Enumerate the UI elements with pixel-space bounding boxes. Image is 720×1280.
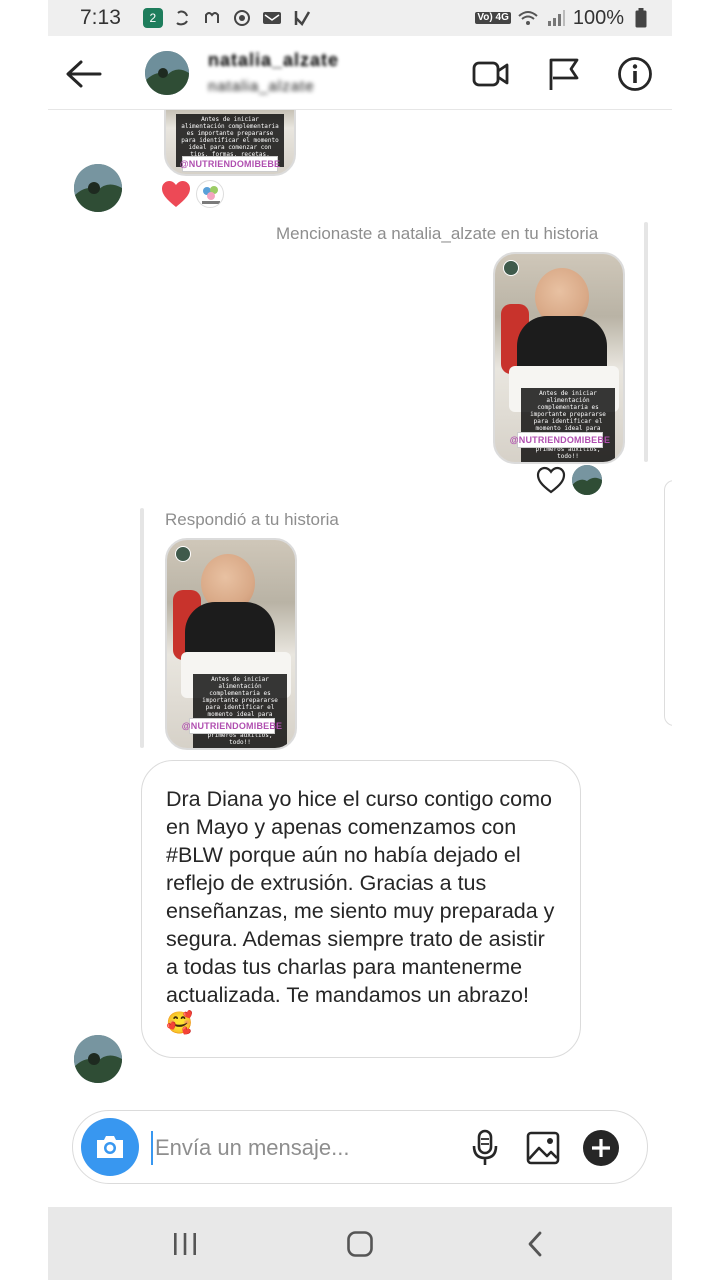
header-username[interactable]: natalia_alzate bbox=[208, 50, 339, 71]
recent-apps-button[interactable] bbox=[165, 1227, 205, 1261]
home-button[interactable] bbox=[340, 1227, 380, 1261]
message-input[interactable] bbox=[151, 1131, 441, 1165]
recent-apps-icon bbox=[174, 1233, 196, 1255]
system-nav-bar bbox=[48, 1207, 672, 1280]
message-bubble[interactable]: Dra Diana yo hice el curso contigo como … bbox=[141, 760, 581, 1058]
reply-indicator-line bbox=[644, 222, 648, 462]
status-left: 7:13 2 bbox=[80, 6, 313, 30]
mention-label: Mencionaste a natalia_alzate en tu histo… bbox=[276, 224, 599, 243]
arrow-left-icon bbox=[66, 60, 102, 88]
status-right: Vo) 4G 100% bbox=[475, 7, 652, 30]
signal-icon bbox=[545, 7, 567, 29]
info-icon bbox=[618, 57, 652, 91]
message-composer bbox=[72, 1110, 648, 1184]
info-button[interactable] bbox=[616, 55, 654, 93]
chevron-left-icon bbox=[528, 1231, 542, 1257]
voice-message-button[interactable] bbox=[465, 1128, 505, 1168]
story-caption: Antes de iniciar alimentación complement… bbox=[193, 674, 287, 748]
video-camera-icon bbox=[472, 61, 509, 87]
chat-header: natalia_alzate natalia_alzate bbox=[48, 36, 672, 110]
check-icon bbox=[291, 7, 313, 29]
chrome-icon bbox=[231, 7, 253, 29]
story-card-sent[interactable]: Antes de iniciar alimentación complement… bbox=[493, 252, 625, 464]
reactor-logo bbox=[196, 180, 224, 208]
image-icon bbox=[526, 1131, 560, 1165]
reactor-avatar bbox=[572, 465, 602, 495]
flag-icon bbox=[549, 58, 579, 90]
battery-icon bbox=[630, 7, 652, 29]
message-thread[interactable]: Antes de iniciar alimentación complement… bbox=[48, 110, 672, 1100]
gmail-icon bbox=[261, 7, 283, 29]
sender-avatar[interactable] bbox=[74, 1035, 122, 1083]
heart-reaction-icon[interactable] bbox=[161, 180, 191, 208]
volte-indicator: Vo) 4G bbox=[475, 12, 511, 24]
reply-indicator-line bbox=[140, 508, 144, 748]
sync-icon bbox=[171, 7, 193, 29]
wifi-icon bbox=[517, 7, 539, 29]
story-tag: @NUTRIENDOMIBEBE bbox=[182, 718, 282, 734]
story-tag: @NUTRIENDOMIBEBE bbox=[180, 156, 280, 172]
camera-button[interactable] bbox=[81, 1118, 139, 1176]
app-icon bbox=[201, 7, 223, 29]
gallery-button[interactable] bbox=[523, 1128, 563, 1168]
notification-badge: 2 bbox=[142, 8, 163, 28]
status-time: 7:13 bbox=[80, 6, 121, 29]
story-card-top[interactable]: Antes de iniciar alimentación complement… bbox=[164, 110, 296, 176]
microphone-icon bbox=[472, 1129, 498, 1165]
home-icon bbox=[347, 1231, 373, 1257]
sender-avatar[interactable] bbox=[74, 164, 122, 212]
plus-icon bbox=[583, 1130, 619, 1166]
story-tag: @NUTRIENDOMIBEBE bbox=[510, 432, 610, 448]
battery-percent: 100% bbox=[572, 6, 624, 29]
flag-button[interactable] bbox=[545, 55, 583, 93]
system-back-button[interactable] bbox=[515, 1227, 555, 1261]
story-owner-avatar bbox=[503, 260, 519, 276]
scroll-edge-indicator bbox=[664, 480, 672, 726]
video-call-button[interactable] bbox=[472, 55, 510, 93]
header-avatar[interactable] bbox=[145, 51, 189, 95]
back-button[interactable] bbox=[64, 54, 104, 94]
more-options-button[interactable] bbox=[581, 1128, 621, 1168]
heart-outline-icon[interactable] bbox=[536, 466, 566, 494]
camera-icon bbox=[97, 1136, 123, 1158]
story-card-received[interactable]: Antes de iniciar alimentación complement… bbox=[165, 538, 297, 750]
header-subtitle: natalia_alzate bbox=[208, 78, 315, 95]
story-owner-avatar bbox=[175, 546, 191, 562]
status-bar: 7:13 2 Vo) 4G 100% bbox=[48, 0, 672, 36]
story-caption: Antes de iniciar alimentación complement… bbox=[521, 388, 615, 462]
reply-label: Respondió a tu historia bbox=[165, 510, 339, 529]
phone-screen: 7:13 2 Vo) 4G 100% natalia_alzate natali… bbox=[48, 0, 672, 1280]
